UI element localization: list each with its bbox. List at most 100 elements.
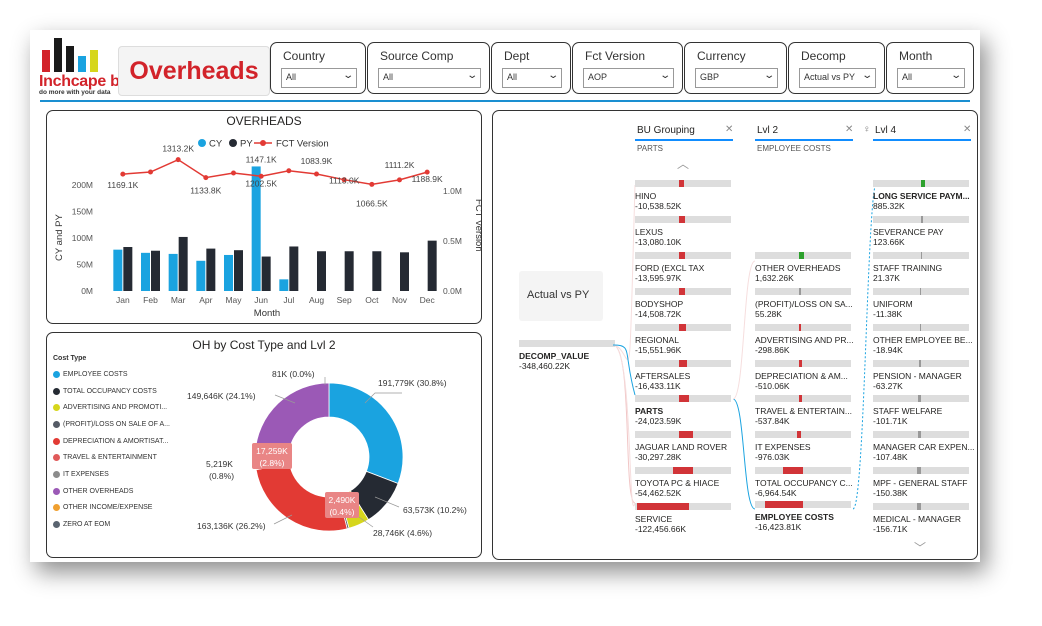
node-value: 55.28K <box>755 309 782 319</box>
bar-cy[interactable] <box>141 252 150 291</box>
x-tick-label: Mar <box>171 295 186 305</box>
slicer-dropdown[interactable]: All ⌄ <box>897 68 965 88</box>
node-label: BODYSHOP <box>635 299 684 309</box>
bar-py[interactable] <box>206 248 216 291</box>
bar-cy[interactable] <box>196 260 206 291</box>
node-bar-fill <box>918 395 921 402</box>
x-tick-label: May <box>225 295 242 305</box>
label-travel: 17,259K <box>256 446 288 456</box>
bar-py[interactable] <box>427 240 437 291</box>
fct-point[interactable] <box>231 170 236 176</box>
node-bar-fill <box>637 503 689 510</box>
node-value: 21.37K <box>873 273 900 283</box>
bar-cy[interactable] <box>113 249 123 291</box>
slicer-source-comp[interactable]: Source Comp All ⌄ <box>367 42 490 94</box>
node-bar-fill <box>765 501 803 508</box>
decomposition-tree-panel[interactable]: Actual vs PY DECOMP_VALUE -348,460.22K B… <box>492 110 978 560</box>
slicer-month[interactable]: Month All ⌄ <box>886 42 974 94</box>
label-zero: 81K (0.0%) <box>272 369 315 379</box>
bar-py[interactable] <box>151 250 160 291</box>
slicer-fct-version[interactable]: Fct Version AOP ⌄ <box>572 42 683 94</box>
fct-point[interactable] <box>148 169 153 175</box>
donut-slice[interactable] <box>328 382 404 485</box>
fct-point[interactable] <box>369 181 375 187</box>
bar-py[interactable] <box>178 236 188 291</box>
bar-py[interactable] <box>344 251 354 291</box>
bar-py[interactable] <box>400 252 409 291</box>
slicer-dropdown[interactable]: All ⌄ <box>378 68 481 88</box>
node-bar-track <box>873 288 969 295</box>
node-value: -15,551.96K <box>635 345 682 355</box>
fct-point[interactable] <box>175 157 181 163</box>
fct-point[interactable] <box>120 171 126 177</box>
node-label: UNIFORM <box>873 299 913 309</box>
node-bar-track <box>873 324 969 331</box>
node-label: REGIONAL <box>635 335 679 345</box>
node-bar-track <box>873 467 969 474</box>
legend-py-marker <box>229 139 237 147</box>
slicer-dropdown[interactable]: All ⌄ <box>281 68 357 88</box>
node-label: (PROFIT)/LOSS ON SA... <box>755 299 853 309</box>
node-bar-fill <box>919 360 921 367</box>
chevron-down-icon: ⌄ <box>949 70 962 81</box>
legend-fct-label: FCT Version <box>276 139 329 150</box>
node-label: MEDICAL - MANAGER <box>873 514 962 524</box>
y-tick-label: 150M <box>72 207 93 217</box>
bar-py[interactable] <box>289 246 299 291</box>
node-value: -11.38K <box>873 309 903 319</box>
node-label: MPF - GENERAL STAFF <box>873 478 968 488</box>
node-value: -13,595.97K <box>635 273 682 283</box>
bar-py[interactable] <box>261 256 271 291</box>
slicer-dropdown[interactable]: All ⌄ <box>502 68 562 88</box>
x-tick-label: Sep <box>337 295 352 305</box>
bar-cy[interactable] <box>168 253 178 291</box>
node-bar-track <box>755 467 851 474</box>
slicer-value: All <box>902 72 913 82</box>
node-label: IT EXPENSES <box>755 442 811 452</box>
node-value: -30,297.28K <box>635 452 682 462</box>
node-bar-fill <box>783 467 803 474</box>
overheads-panel: OVERHEADS CY PY FCT Version CY and PY FC… <box>46 110 482 324</box>
legend-py-label: PY <box>240 139 253 150</box>
slicer-dropdown[interactable]: AOP ⌄ <box>583 68 674 88</box>
node-bar-fill <box>917 503 921 510</box>
slicer-label: Decomp <box>801 49 846 63</box>
node-label: FORD (EXCL TAX <box>635 263 705 273</box>
slicer-dept[interactable]: Dept All ⌄ <box>491 42 571 94</box>
node-value: 123.66K <box>873 237 905 247</box>
slicer-decomp[interactable]: Decomp Actual vs PY ⌄ <box>788 42 885 94</box>
bar-py[interactable] <box>372 251 382 291</box>
fct-point[interactable] <box>314 171 319 177</box>
node-label: TOTAL OCCUPANCY C... <box>755 478 853 488</box>
bar-py[interactable] <box>123 247 133 291</box>
fct-point[interactable] <box>286 168 292 174</box>
y-axis-title: CY and PY <box>54 214 65 261</box>
node-label: TRAVEL & ENTERTAIN... <box>755 406 852 416</box>
node-bar-fill <box>679 180 684 187</box>
cost-type-panel: OH by Cost Type and Lvl 2 Cost Type EMPL… <box>46 332 482 558</box>
node-value: -510.06K <box>755 381 790 391</box>
connector-line <box>732 260 756 400</box>
bar-py[interactable] <box>234 250 243 291</box>
fct-point[interactable] <box>397 177 402 183</box>
slicer-dropdown[interactable]: GBP ⌄ <box>695 68 778 88</box>
slicer-value: AOP <box>588 72 608 82</box>
page-title-box: Overheads <box>118 46 270 96</box>
y-tick-label: 200M <box>72 180 93 190</box>
bar-py[interactable] <box>317 251 326 291</box>
bar-cy[interactable] <box>224 254 233 291</box>
slicer-currency[interactable]: Currency GBP ⌄ <box>684 42 787 94</box>
y2-tick-label: 0.5M <box>443 236 462 246</box>
slicer-value: All <box>286 72 297 82</box>
node-bar-track <box>755 395 851 402</box>
connector-line <box>612 344 636 507</box>
slicer-dropdown[interactable]: Actual vs PY ⌄ <box>799 68 876 88</box>
slicer-country[interactable]: Country All ⌄ <box>270 42 366 94</box>
node-bar-fill <box>799 324 801 331</box>
node-bar-track <box>873 503 969 510</box>
node-bar-fill <box>799 360 802 367</box>
fct-point[interactable] <box>203 175 209 181</box>
node-bar-fill <box>921 180 925 187</box>
bar-cy[interactable] <box>279 279 289 291</box>
y2-axis-title: FCT Version <box>473 199 481 252</box>
